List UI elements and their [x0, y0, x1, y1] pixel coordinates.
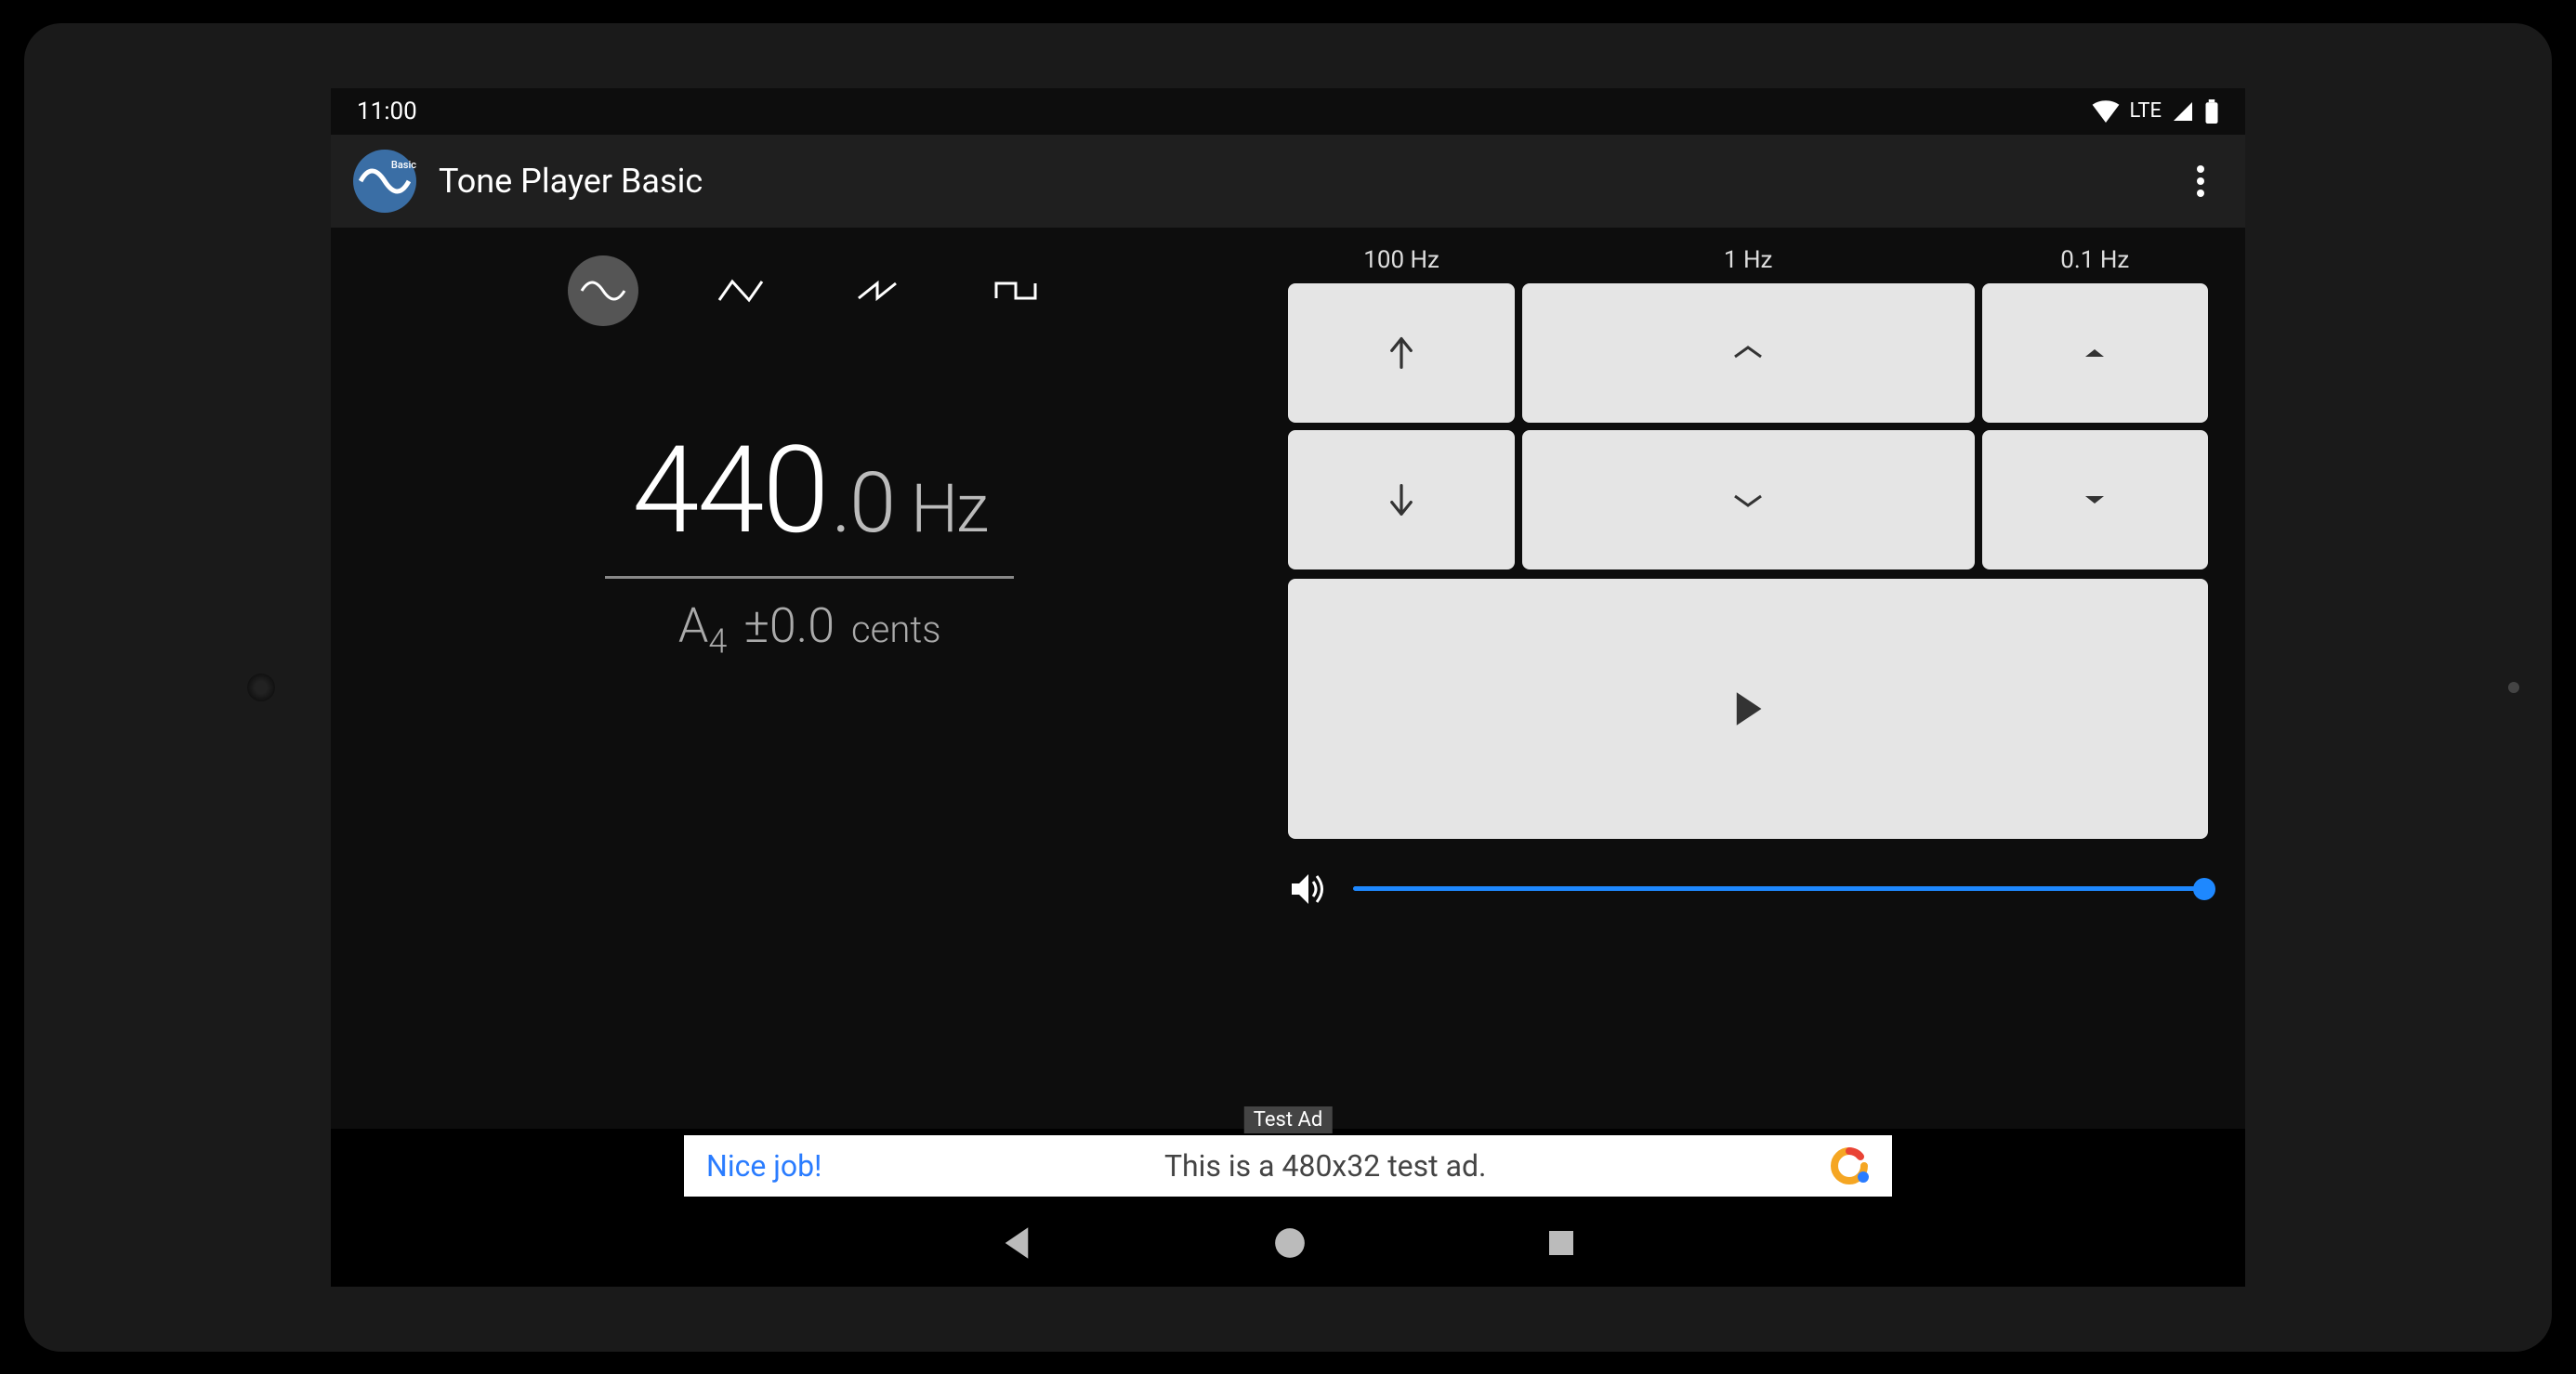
square-icon — [992, 278, 1039, 304]
step-buttons — [1288, 283, 2208, 569]
screen: 11:00 LTE Basic Tone Player Basic — [331, 88, 2245, 1287]
cents-value: ±0.0 — [743, 597, 835, 654]
freq-up-1-button[interactable] — [1522, 283, 1975, 423]
ad-headline: Nice job! — [706, 1148, 821, 1184]
note-letter: A — [678, 597, 709, 654]
ad-banner[interactable]: Nice job! This is a 480x32 test ad. — [684, 1135, 1892, 1197]
nav-home-icon — [1274, 1227, 1306, 1259]
note-display: A4 ±0.0 cents — [605, 597, 1014, 661]
step-labels: 100 Hz 1 Hz 0.1 Hz — [1288, 246, 2208, 274]
freq-down-1-button[interactable] — [1522, 430, 1975, 569]
battery-icon — [2204, 99, 2219, 124]
chevron-up-icon — [1731, 344, 1765, 362]
note-name: A4 — [678, 597, 727, 661]
cents-label: cents — [851, 608, 940, 651]
status-bar: 11:00 LTE — [331, 88, 2245, 135]
wifi-icon — [2092, 100, 2120, 123]
wave-sine-button[interactable] — [568, 255, 638, 326]
chevron-down-icon — [1731, 491, 1765, 509]
side-indicator — [2508, 682, 2519, 693]
frequency-value: 440 .0 Hz — [605, 419, 1014, 561]
more-vert-icon — [2197, 165, 2204, 197]
wave-square-button[interactable] — [980, 255, 1051, 326]
arrow-up-icon — [1387, 336, 1416, 370]
app-icon-badge: Basic — [391, 159, 416, 171]
caret-down-icon — [2083, 493, 2106, 506]
sawtooth-icon — [855, 278, 901, 304]
freq-integer: 440 — [632, 419, 827, 561]
right-column: 100 Hz 1 Hz 0.1 Hz — [1288, 246, 2208, 1129]
main-content: 440 .0 Hz A4 ±0.0 cents 100 Hz 1 Hz — [331, 228, 2245, 1129]
nav-recent-button[interactable] — [1547, 1229, 1575, 1261]
ad-badge: Test Ad — [1244, 1106, 1333, 1133]
play-button[interactable] — [1288, 579, 2208, 839]
volume-row — [1288, 861, 2208, 917]
nav-back-icon — [1001, 1225, 1032, 1261]
wave-sawtooth-button[interactable] — [843, 255, 913, 326]
front-camera — [247, 674, 275, 701]
overflow-menu-button[interactable] — [2178, 159, 2223, 203]
network-label: LTE — [2129, 99, 2162, 123]
note-octave: 4 — [708, 622, 727, 661]
freq-unit: Hz — [911, 469, 987, 548]
app-bar: Basic Tone Player Basic — [331, 135, 2245, 228]
freq-up-01-button[interactable] — [1982, 283, 2208, 423]
app-title: Tone Player Basic — [439, 162, 2178, 201]
ad-container: Test Ad Nice job! This is a 480x32 test … — [331, 1129, 2245, 1203]
waveform-selector — [568, 255, 1051, 326]
nav-back-button[interactable] — [1001, 1225, 1032, 1264]
play-icon — [1731, 690, 1765, 727]
tablet-frame: 11:00 LTE Basic Tone Player Basic — [24, 23, 2552, 1352]
freq-down-01-button[interactable] — [1982, 430, 2208, 569]
volume-thumb[interactable] — [2193, 878, 2215, 900]
nav-recent-icon — [1547, 1229, 1575, 1257]
volume-icon — [1288, 870, 1325, 908]
caret-up-icon — [2083, 347, 2106, 360]
freq-up-100-button[interactable] — [1288, 283, 1514, 423]
triangle-icon — [717, 278, 764, 304]
app-icon: Basic — [353, 150, 416, 213]
signal-icon — [2171, 100, 2195, 123]
clock: 11:00 — [357, 98, 417, 125]
navigation-bar — [331, 1203, 2245, 1287]
ad-body: This is a 480x32 test ad. — [821, 1148, 1829, 1184]
divider — [605, 576, 1014, 579]
nav-home-button[interactable] — [1274, 1227, 1306, 1263]
wave-triangle-button[interactable] — [705, 255, 776, 326]
volume-slider[interactable] — [1353, 886, 2208, 891]
step-label-1: 1 Hz — [1522, 246, 1975, 274]
left-column: 440 .0 Hz A4 ±0.0 cents — [368, 246, 1251, 1129]
status-icons: LTE — [2092, 99, 2219, 124]
step-label-01: 0.1 Hz — [1982, 246, 2208, 274]
sine-icon — [580, 278, 626, 304]
arrow-down-icon — [1387, 483, 1416, 517]
step-label-100: 100 Hz — [1288, 246, 1514, 274]
admob-logo-icon — [1829, 1145, 1870, 1186]
frequency-display: 440 .0 Hz A4 ±0.0 cents — [605, 419, 1014, 661]
freq-down-100-button[interactable] — [1288, 430, 1514, 569]
freq-decimal: .0 — [832, 454, 894, 552]
